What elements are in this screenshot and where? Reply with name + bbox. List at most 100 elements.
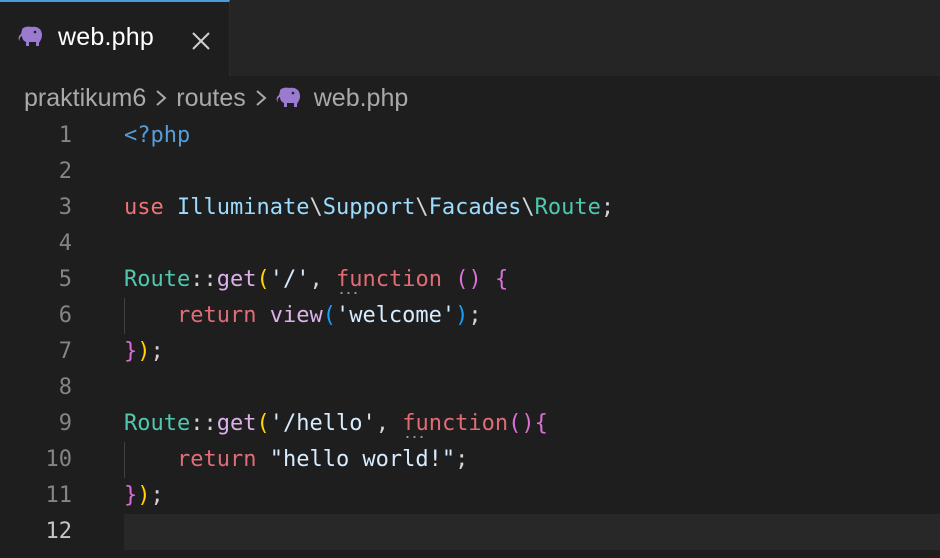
code-text[interactable] <box>124 514 940 550</box>
close-icon[interactable] <box>190 30 212 52</box>
tab-label: web.php <box>58 22 154 51</box>
code-token: ( <box>256 267 270 292</box>
code-text[interactable] <box>124 226 940 262</box>
code-line[interactable]: 11}); <box>0 478 940 514</box>
code-token: \ <box>309 195 323 220</box>
line-number: 5 <box>58 267 72 292</box>
code-token: ) <box>137 339 151 364</box>
code-token: '/' <box>269 267 310 292</box>
code-token: ) <box>455 303 469 328</box>
line-number: 11 <box>45 483 73 508</box>
indent-guide <box>124 298 125 334</box>
chevron-right-icon <box>256 90 267 106</box>
code-line[interactable]: 10 return "hello world!"; <box>0 442 940 478</box>
indent-guide <box>124 442 125 478</box>
code-token: ( <box>322 303 336 328</box>
code-token: function <box>336 262 442 298</box>
line-number: 12 <box>45 519 73 544</box>
code-token: ) <box>137 483 151 508</box>
line-number: 10 <box>45 447 73 472</box>
code-token: ; <box>150 483 164 508</box>
code-line[interactable]: 7}); <box>0 334 940 370</box>
code-token: return <box>176 303 257 328</box>
breadcrumb-item-routes[interactable]: routes <box>176 84 245 113</box>
code-text[interactable] <box>124 154 940 190</box>
code-token: 'welcome' <box>335 303 456 328</box>
line-number: 3 <box>58 195 72 220</box>
code-token: } <box>124 339 138 364</box>
code-token: "hello world!" <box>269 447 456 472</box>
code-line[interactable]: 4 <box>0 226 940 262</box>
code-token: Route <box>124 411 191 436</box>
code-token: <?php <box>124 123 191 148</box>
code-text[interactable] <box>124 370 940 406</box>
line-number: 8 <box>58 375 72 400</box>
line-number: 6 <box>58 303 72 328</box>
line-number: 4 <box>58 231 72 256</box>
php-elephant-icon <box>276 87 300 107</box>
code-token: ( <box>256 411 270 436</box>
code-token: { <box>494 267 509 292</box>
breadcrumb: praktikum6 routes web.php <box>24 80 408 116</box>
code-token: get <box>216 411 257 436</box>
code-token: , <box>309 267 336 292</box>
tab-web-php[interactable]: web.php <box>0 0 230 76</box>
code-token: :: <box>190 411 217 436</box>
code-token: Support <box>322 195 416 220</box>
code-token: } <box>124 483 138 508</box>
line-number: 2 <box>58 159 72 184</box>
line-number: 1 <box>58 123 72 148</box>
line-number: 9 <box>58 411 72 436</box>
code-token: get <box>216 267 257 292</box>
code-token: function <box>402 406 508 442</box>
code-line[interactable]: 2 <box>0 154 940 190</box>
breadcrumb-item-file[interactable]: web.php <box>314 84 409 113</box>
code-line[interactable]: 5 Route::get('/', function () { <box>0 262 940 298</box>
php-elephant-icon <box>18 26 42 46</box>
line-number: 7 <box>58 339 72 364</box>
code-line[interactable]: 12 <box>0 514 940 550</box>
code-line[interactable]: 6 return view('welcome'); <box>0 298 940 334</box>
code-line[interactable]: 9 Route::get('/hello', function(){ <box>0 406 940 442</box>
code-token: ; <box>455 447 469 472</box>
code-line[interactable]: 8 <box>0 370 940 406</box>
breadcrumb-item-folder[interactable]: praktikum6 <box>24 84 146 113</box>
chevron-right-icon <box>156 90 167 106</box>
code-text[interactable]: use Illuminate\Support\Facades\Route; <box>124 190 940 226</box>
code-token: \ <box>521 195 535 220</box>
code-line[interactable]: 1 <?php <box>0 118 940 154</box>
code-editor[interactable]: 1 <?php 2 3 use Illuminate\Support\Facades\R… <box>0 118 940 558</box>
code-text[interactable]: }); <box>124 334 940 370</box>
code-token: '/hello' <box>269 411 376 436</box>
code-token: Route <box>534 195 601 220</box>
code-token: :: <box>190 267 217 292</box>
code-token: , <box>375 411 403 436</box>
code-token: (){ <box>508 411 548 436</box>
code-token: Illuminate <box>177 195 310 220</box>
code-line[interactable]: 3 use Illuminate\Support\Facades\Route; <box>0 190 940 226</box>
code-token: ; <box>600 195 615 220</box>
tab-bar: web.php <box>0 0 940 77</box>
code-token: Facades <box>428 195 522 220</box>
code-token: return <box>176 447 257 472</box>
code-token: view <box>269 303 323 328</box>
code-text[interactable]: }); <box>124 478 940 514</box>
code-token: ; <box>150 339 164 364</box>
code-token: () <box>455 267 482 292</box>
code-token: Route <box>124 267 191 292</box>
code-token: use <box>124 195 164 220</box>
code-text[interactable]: Route::get('/', function () { <box>124 262 940 298</box>
code-text[interactable]: Route::get('/hello', function(){ <box>124 406 940 442</box>
code-token: ; <box>468 303 482 328</box>
code-text[interactable]: return view('welcome'); <box>124 298 940 334</box>
code-text[interactable]: <?php <box>124 118 940 154</box>
code-text[interactable]: return "hello world!"; <box>124 442 940 478</box>
code-token: \ <box>415 195 429 220</box>
